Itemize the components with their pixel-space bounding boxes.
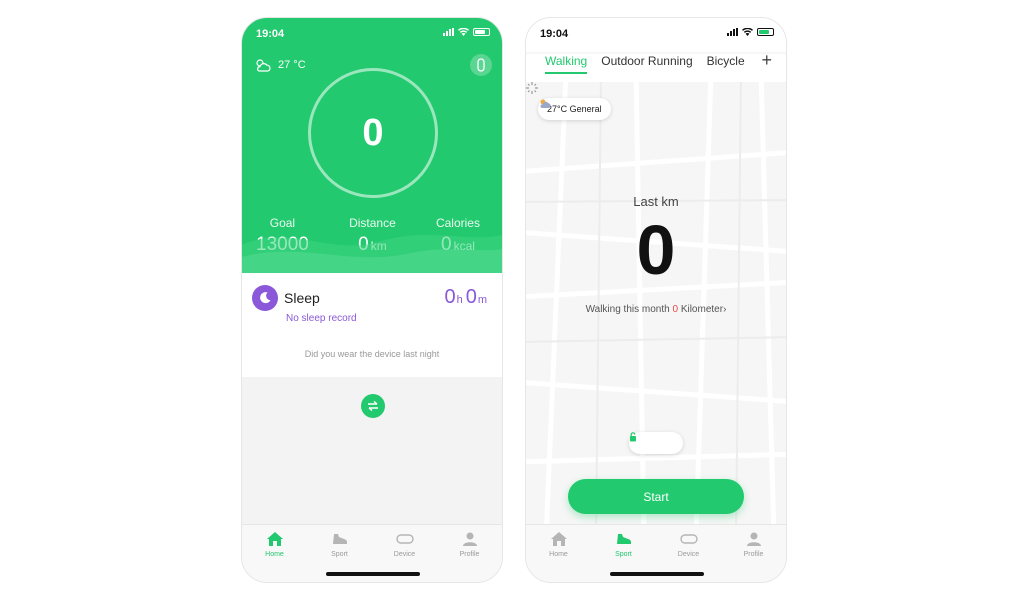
cloud-sun-icon <box>256 59 271 72</box>
status-icons <box>443 28 490 36</box>
map-view[interactable]: 27°C General Last km 0 Walking this mont… <box>526 82 786 524</box>
band-icon <box>477 58 485 72</box>
sport-screen: 19:04 Walking Outdoor Running Bicycle + <box>525 17 787 583</box>
tab-bicycle[interactable]: Bicycle <box>707 54 745 72</box>
status-bar: 19:04 <box>526 18 786 52</box>
sleep-card[interactable]: Sleep 0h 0m No sleep record Did you wear … <box>242 273 502 377</box>
sync-icon <box>368 401 378 411</box>
tab-label: Device <box>677 551 700 558</box>
tab-home[interactable]: Home <box>242 525 307 582</box>
weather-text: 27°C General <box>547 104 602 114</box>
sleep-minutes: 0 <box>465 286 477 308</box>
weather-info: 27 °C <box>254 58 306 72</box>
no-sleep-record: No sleep record <box>286 313 357 324</box>
gps-icon <box>526 82 538 94</box>
minutes-unit: m <box>477 294 487 306</box>
status-time: 19:04 <box>540 28 569 40</box>
tab-label: Device <box>393 551 416 558</box>
sleep-hint: Did you wear the device last night <box>304 349 440 359</box>
home-icon <box>550 531 568 547</box>
step-ring[interactable]: 0 <box>308 68 438 198</box>
wifi-icon <box>742 28 753 36</box>
lock-icon <box>630 432 636 442</box>
tab-label: Home <box>265 551 284 558</box>
status-icons <box>727 28 774 36</box>
sleep-hours: 0 <box>444 286 456 308</box>
month-prefix: Walking this month <box>585 304 670 315</box>
sleep-duration: 0h 0m <box>444 286 490 309</box>
status-bar: 19:04 <box>242 18 502 52</box>
moon-icon <box>252 285 278 311</box>
month-summary[interactable]: Walking this month 0 Kilometer› <box>526 304 786 315</box>
hours-unit: h <box>456 294 463 306</box>
shoe-icon <box>615 531 633 547</box>
home-indicator <box>610 572 704 576</box>
activity-hero: 19:04 27 °C 0 Goal 13000 Distance 0k <box>242 18 502 273</box>
tab-label: Profile <box>743 551 764 558</box>
cloud-sun-icon <box>540 99 551 108</box>
sport-type-tabs: Walking Outdoor Running Bicycle + <box>526 50 786 84</box>
tab-walking[interactable]: Walking <box>545 54 588 74</box>
map-roads <box>526 82 786 524</box>
signal-icon <box>443 28 454 36</box>
step-count: 0 <box>362 111 384 154</box>
wave-decoration <box>242 235 502 273</box>
chevron-right-icon: › <box>723 304 727 315</box>
shoe-icon <box>331 531 349 547</box>
band-icon <box>679 531 698 547</box>
watch-button[interactable] <box>470 54 492 76</box>
sleep-title: Sleep <box>284 290 320 306</box>
month-suffix: Kilometer <box>680 304 724 315</box>
tab-label: Sport <box>331 551 348 558</box>
home-indicator <box>326 572 420 576</box>
home-screen: 19:04 27 °C 0 Goal 13000 Distance 0k <box>241 17 503 583</box>
signal-icon <box>727 28 738 36</box>
month-value: 0 <box>672 304 679 315</box>
tab-profile[interactable]: Profile <box>721 525 786 582</box>
wifi-icon <box>458 28 469 36</box>
last-km-label: Last km <box>633 194 679 209</box>
home-icon <box>266 531 284 547</box>
weather-chip: 27°C General <box>538 98 611 120</box>
sync-button[interactable] <box>361 394 385 418</box>
person-icon <box>461 531 479 547</box>
weather-temp: 27 °C <box>278 59 306 71</box>
tab-home[interactable]: Home <box>526 525 591 582</box>
person-icon <box>745 531 763 547</box>
battery-icon <box>473 28 490 36</box>
lock-button[interactable] <box>629 432 683 454</box>
add-sport-button[interactable]: + <box>761 50 772 71</box>
tab-profile[interactable]: Profile <box>437 525 502 582</box>
tab-label: Sport <box>615 551 632 558</box>
start-button[interactable]: Start <box>568 479 744 514</box>
battery-icon <box>757 28 774 36</box>
tab-label: Home <box>549 551 568 558</box>
last-km-value: 0 <box>636 211 676 289</box>
tab-label: Profile <box>459 551 480 558</box>
band-icon <box>395 531 414 547</box>
status-time: 19:04 <box>256 28 285 40</box>
tab-outdoor-running[interactable]: Outdoor Running <box>601 54 692 72</box>
